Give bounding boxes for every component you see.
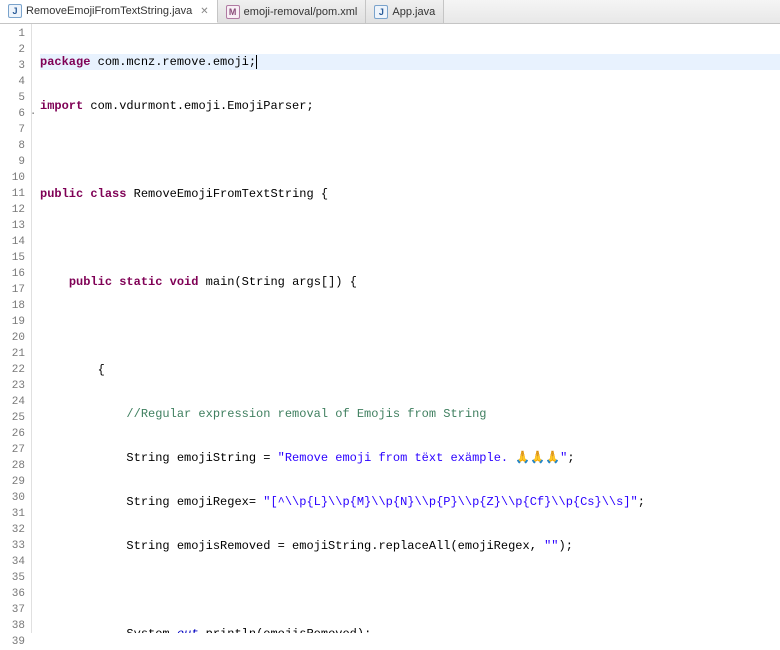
line-number: 25	[0, 410, 31, 426]
tab-file-3[interactable]: J App.java	[366, 0, 444, 23]
line-number: 19	[0, 314, 31, 330]
line-number: 38	[0, 618, 31, 634]
code-line: {	[40, 362, 780, 378]
line-number-gutter: 1 2 3 4 5 6 7 8 9 10 11 12 13 14 15 16 1…	[0, 24, 32, 633]
line-number: 3	[0, 58, 31, 74]
line-number: 2	[0, 42, 31, 58]
line-number: 30	[0, 490, 31, 506]
close-icon[interactable]: ✕	[200, 6, 208, 17]
code-line: public class RemoveEmojiFromTextString {	[40, 186, 780, 202]
line-number: 37	[0, 602, 31, 618]
line-number: 5	[0, 90, 31, 106]
code-line: public static void main(String args[]) {	[40, 274, 780, 290]
maven-file-icon: M	[226, 5, 240, 19]
code-line	[40, 318, 780, 334]
code-editor: 1 2 3 4 5 6 7 8 9 10 11 12 13 14 15 16 1…	[0, 24, 780, 633]
line-number: 14	[0, 234, 31, 250]
line-number: 22	[0, 362, 31, 378]
tab-file-2[interactable]: M emoji-removal/pom.xml	[218, 0, 367, 23]
code-area[interactable]: package com.mcnz.remove.emoji; import co…	[32, 24, 780, 633]
code-line: import com.vdurmont.emoji.EmojiParser;	[40, 98, 780, 114]
line-number: 20	[0, 330, 31, 346]
tab-file-1[interactable]: J RemoveEmojiFromTextString.java ✕	[0, 0, 218, 23]
line-number: 36	[0, 586, 31, 602]
code-line: String emojiString = "Remove emoji from …	[40, 450, 780, 466]
line-number: 1	[0, 26, 31, 42]
java-file-icon: J	[8, 4, 22, 18]
line-number: 31	[0, 506, 31, 522]
line-number: 33	[0, 538, 31, 554]
line-number: 7	[0, 122, 31, 138]
line-number: 24	[0, 394, 31, 410]
tab-bar: J RemoveEmojiFromTextString.java ✕ M emo…	[0, 0, 780, 24]
line-number: 16	[0, 266, 31, 282]
line-number: 29	[0, 474, 31, 490]
line-number: 18	[0, 298, 31, 314]
java-file-icon: J	[374, 5, 388, 19]
tab-label: emoji-removal/pom.xml	[244, 6, 358, 18]
line-number[interactable]: 6	[0, 106, 31, 122]
line-number: 10	[0, 170, 31, 186]
line-number: 12	[0, 202, 31, 218]
code-line	[40, 142, 780, 158]
line-number: 15	[0, 250, 31, 266]
code-line: package com.mcnz.remove.emoji;	[40, 54, 780, 70]
code-line: String emojiRegex= "[^\\p{L}\\p{M}\\p{N}…	[40, 494, 780, 510]
line-number: 8	[0, 138, 31, 154]
line-number: 34	[0, 554, 31, 570]
code-line	[40, 582, 780, 598]
line-number: 28	[0, 458, 31, 474]
tab-label: App.java	[392, 6, 435, 18]
code-line	[40, 230, 780, 246]
code-line: System.out.println(emojisRemoved);	[40, 626, 780, 633]
line-number: 17	[0, 282, 31, 298]
line-number: 11	[0, 186, 31, 202]
line-number: 23	[0, 378, 31, 394]
tab-label: RemoveEmojiFromTextString.java	[26, 5, 192, 17]
code-line: //Regular expression removal of Emojis f…	[40, 406, 780, 422]
line-number: 26	[0, 426, 31, 442]
line-number: 4	[0, 74, 31, 90]
line-number: 21	[0, 346, 31, 362]
code-line: String emojisRemoved = emojiString.repla…	[40, 538, 780, 554]
line-number: 13	[0, 218, 31, 234]
line-number: 39	[0, 634, 31, 650]
line-number: 9	[0, 154, 31, 170]
line-number: 27	[0, 442, 31, 458]
line-number: 32	[0, 522, 31, 538]
line-number: 35	[0, 570, 31, 586]
